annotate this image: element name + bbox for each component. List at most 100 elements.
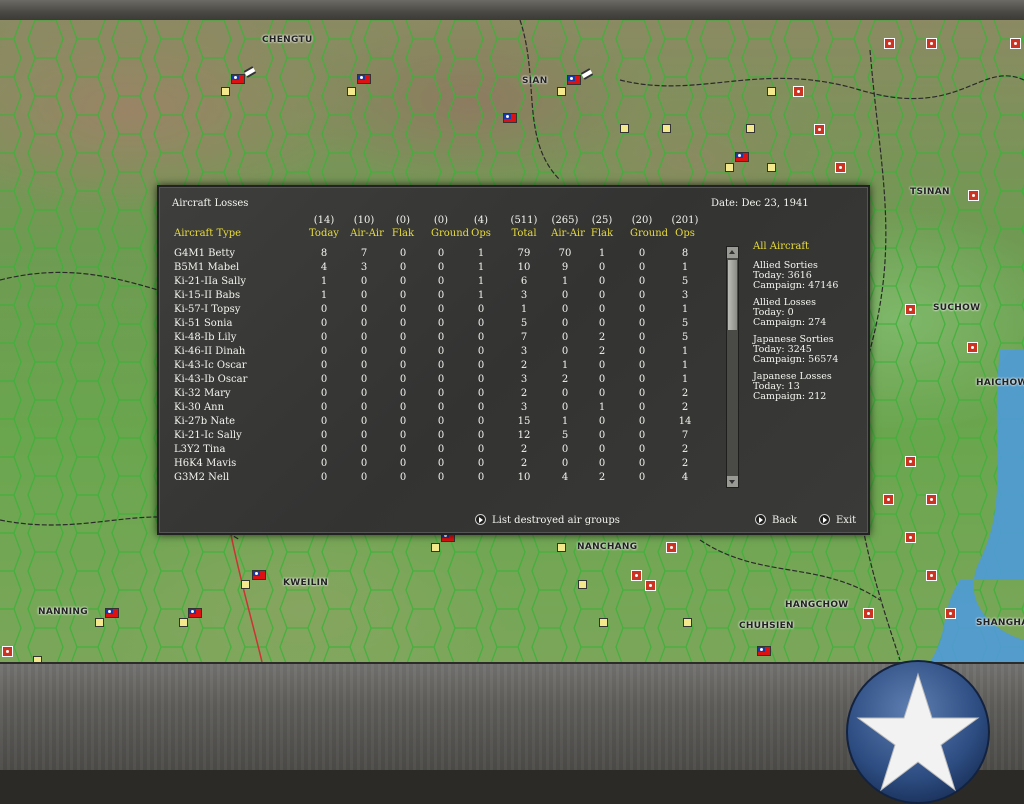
japanese-unit-icon[interactable] bbox=[863, 608, 874, 619]
chinese-unit-icon[interactable] bbox=[105, 608, 119, 618]
table-row[interactable]: Ki-27b Nate 0 0 0 0 0 15 1 0 0 14 bbox=[159, 416, 719, 430]
table-scrollbar[interactable] bbox=[726, 246, 739, 488]
japanese-unit-icon[interactable] bbox=[1010, 38, 1021, 49]
table-row[interactable]: Ki-57-I Topsy 0 0 0 0 0 1 0 0 0 1 bbox=[159, 304, 719, 318]
chinese-unit-icon[interactable] bbox=[503, 113, 517, 123]
airbase-icon[interactable] bbox=[95, 618, 104, 627]
japanese-unit-icon[interactable] bbox=[926, 570, 937, 581]
today-value-cell: 0 bbox=[437, 346, 445, 357]
airbase-icon[interactable] bbox=[179, 618, 188, 627]
japanese-unit-icon[interactable] bbox=[666, 542, 677, 553]
table-row[interactable]: Ki-30 Ann 0 0 0 0 0 3 0 1 0 2 bbox=[159, 402, 719, 416]
airbase-icon[interactable] bbox=[431, 543, 440, 552]
column-header-aircraft-type[interactable]: Aircraft Type bbox=[174, 228, 241, 239]
chinese-unit-icon[interactable] bbox=[231, 74, 245, 84]
list-destroyed-air-groups-button[interactable]: List destroyed air groups bbox=[475, 514, 620, 526]
today-value-cell: 0 bbox=[399, 444, 407, 455]
japanese-unit-icon[interactable] bbox=[645, 580, 656, 591]
table-row[interactable]: G4M1 Betty 8 7 0 0 1 79 70 1 0 8 bbox=[159, 248, 719, 262]
japanese-unit-icon[interactable] bbox=[968, 190, 979, 201]
scroll-down-arrow-icon[interactable] bbox=[727, 476, 738, 487]
table-row[interactable]: Ki-32 Mary 0 0 0 0 0 2 0 0 0 2 bbox=[159, 388, 719, 402]
chinese-unit-icon[interactable] bbox=[188, 608, 202, 618]
japanese-unit-icon[interactable] bbox=[905, 304, 916, 315]
chinese-unit-icon[interactable] bbox=[567, 75, 581, 85]
table-row[interactable]: Ki-15-II Babs 1 0 0 0 1 3 0 0 0 3 bbox=[159, 290, 719, 304]
airbase-icon[interactable] bbox=[662, 124, 671, 133]
airbase-icon[interactable] bbox=[746, 124, 755, 133]
airbase-icon[interactable] bbox=[221, 87, 230, 96]
japanese-unit-icon[interactable] bbox=[926, 38, 937, 49]
chinese-unit-icon[interactable] bbox=[357, 74, 371, 84]
all-aircraft-filter[interactable]: All Aircraft bbox=[753, 242, 863, 252]
table-row[interactable]: G3M2 Nell 0 0 0 0 0 10 4 2 0 4 bbox=[159, 472, 719, 486]
airbase-icon[interactable] bbox=[767, 163, 776, 172]
table-row[interactable]: Ki-43-Ib Oscar 0 0 0 0 0 3 2 0 0 1 bbox=[159, 374, 719, 388]
column-header-today-air-air[interactable]: Air-Air bbox=[349, 228, 385, 239]
japanese-unit-icon[interactable] bbox=[835, 162, 846, 173]
scroll-thumb[interactable] bbox=[728, 260, 737, 330]
total-value-cell: 1 bbox=[598, 248, 606, 259]
airbase-icon[interactable] bbox=[767, 87, 776, 96]
today-value-cell: 0 bbox=[399, 360, 407, 371]
japanese-unit-icon[interactable] bbox=[905, 532, 916, 543]
allied-star-emblem-icon[interactable] bbox=[846, 660, 990, 804]
scroll-up-arrow-icon[interactable] bbox=[727, 247, 738, 258]
aircraft-type-cell: L3Y2 Tina bbox=[174, 444, 226, 455]
total-value-cell: 0 bbox=[598, 304, 606, 315]
today-value-cell: 1 bbox=[477, 248, 485, 259]
table-row[interactable]: H6K4 Mavis 0 0 0 0 0 2 0 0 0 2 bbox=[159, 458, 719, 472]
japanese-unit-icon[interactable] bbox=[883, 494, 894, 505]
japanese-unit-icon[interactable] bbox=[2, 646, 13, 657]
airbase-icon[interactable] bbox=[599, 618, 608, 627]
today-value-cell: 0 bbox=[477, 346, 485, 357]
airbase-icon[interactable] bbox=[725, 163, 734, 172]
today-value-cell: 0 bbox=[437, 290, 445, 301]
total-value-cell: 2 bbox=[520, 360, 528, 371]
japanese-unit-icon[interactable] bbox=[905, 456, 916, 467]
airbase-icon[interactable] bbox=[557, 87, 566, 96]
back-button[interactable]: Back bbox=[755, 514, 797, 526]
today-value-cell: 0 bbox=[437, 276, 445, 287]
column-header-total-ground[interactable]: Ground bbox=[630, 228, 668, 239]
airbase-icon[interactable] bbox=[347, 87, 356, 96]
chinese-unit-icon[interactable] bbox=[757, 646, 771, 656]
table-row[interactable]: Ki-48-Ib Lily 0 0 0 0 0 7 0 2 0 5 bbox=[159, 332, 719, 346]
column-header-total-ops[interactable]: Ops bbox=[670, 228, 700, 239]
japanese-unit-icon[interactable] bbox=[945, 608, 956, 619]
japanese-unit-icon[interactable] bbox=[926, 494, 937, 505]
table-row[interactable]: Ki-46-II Dinah 0 0 0 0 0 3 0 2 0 1 bbox=[159, 346, 719, 360]
column-header-total[interactable]: Total bbox=[509, 228, 539, 239]
airbase-icon[interactable] bbox=[578, 580, 587, 589]
column-header-total-flak[interactable]: Flak bbox=[587, 228, 617, 239]
total-value-cell: 0 bbox=[561, 444, 569, 455]
chinese-unit-icon[interactable] bbox=[252, 570, 266, 580]
table-row[interactable]: Ki-21-IIa Sally 1 0 0 0 1 6 1 0 0 5 bbox=[159, 276, 719, 290]
table-row[interactable]: L3Y2 Tina 0 0 0 0 0 2 0 0 0 2 bbox=[159, 444, 719, 458]
total-value-cell: 1 bbox=[681, 262, 689, 273]
column-header-today[interactable]: Today bbox=[309, 228, 339, 239]
column-header-total-air-air[interactable]: Air-Air bbox=[550, 228, 586, 239]
airbase-icon[interactable] bbox=[557, 543, 566, 552]
table-row[interactable]: B5M1 Mabel 4 3 0 0 1 10 9 0 0 1 bbox=[159, 262, 719, 276]
total-value-cell: 0 bbox=[561, 332, 569, 343]
table-row[interactable]: Ki-21-Ic Sally 0 0 0 0 0 12 5 0 0 7 bbox=[159, 430, 719, 444]
allied-losses-block: Allied Losses Today: 0 Campaign: 274 bbox=[753, 298, 863, 328]
airbase-icon[interactable] bbox=[241, 580, 250, 589]
japanese-unit-icon[interactable] bbox=[793, 86, 804, 97]
airbase-icon[interactable] bbox=[620, 124, 629, 133]
column-header-today-ground[interactable]: Ground bbox=[431, 228, 469, 239]
japanese-unit-icon[interactable] bbox=[884, 38, 895, 49]
today-value-cell: 0 bbox=[399, 472, 407, 483]
japanese-unit-icon[interactable] bbox=[631, 570, 642, 581]
table-row[interactable]: Ki-51 Sonia 0 0 0 0 0 5 0 0 0 5 bbox=[159, 318, 719, 332]
chinese-unit-icon[interactable] bbox=[735, 152, 749, 162]
exit-button[interactable]: Exit bbox=[819, 514, 856, 526]
japanese-unit-icon[interactable] bbox=[967, 342, 978, 353]
japanese-unit-icon[interactable] bbox=[814, 124, 825, 135]
today-value-cell: 0 bbox=[477, 388, 485, 399]
column-header-today-flak[interactable]: Flak bbox=[388, 228, 418, 239]
airbase-icon[interactable] bbox=[683, 618, 692, 627]
column-header-today-ops[interactable]: Ops bbox=[466, 228, 496, 239]
table-row[interactable]: Ki-43-Ic Oscar 0 0 0 0 0 2 1 0 0 1 bbox=[159, 360, 719, 374]
